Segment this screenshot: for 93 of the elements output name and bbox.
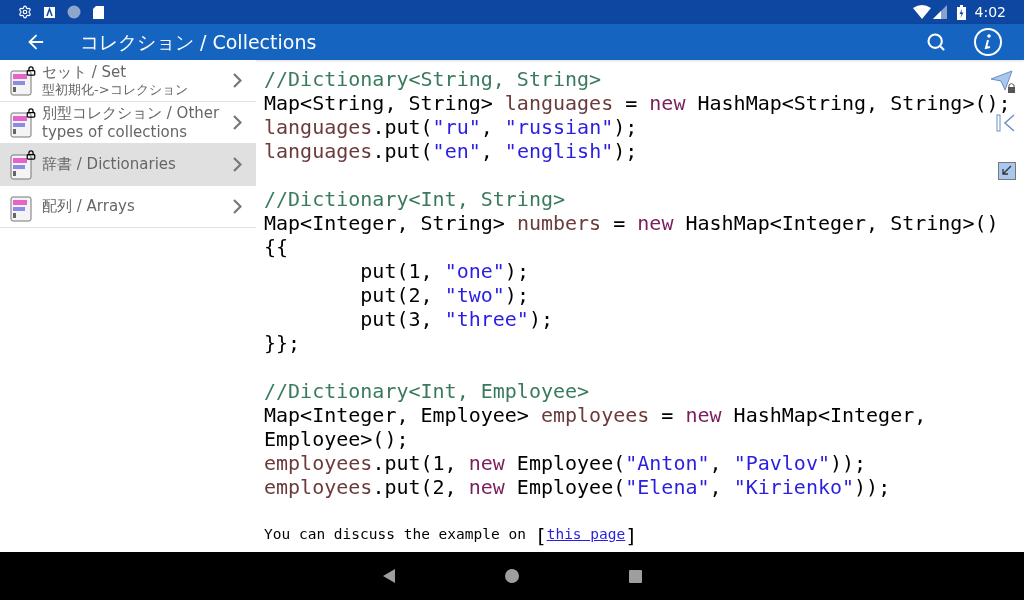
code-text: {{ — [264, 235, 289, 259]
item-title: 辞書 / Dictionaries — [42, 155, 176, 174]
discussion-link[interactable]: this page — [546, 524, 626, 546]
chevron-icon — [233, 115, 242, 130]
code-text: , — [480, 139, 494, 163]
battery-charging-icon — [956, 4, 966, 20]
code-text: ); — [613, 115, 638, 139]
code-text: .put( — [372, 139, 433, 163]
code-comment: //Dictionary<String, String> — [264, 67, 602, 91]
code-text: ); — [613, 139, 638, 163]
code-text: Employee>(); — [264, 427, 409, 451]
code-text: ); — [528, 307, 553, 331]
code-text: .put( — [372, 115, 433, 139]
code-keyword: new — [637, 211, 674, 235]
code-text: , — [709, 475, 723, 499]
settings-icon — [18, 5, 32, 19]
code-variable: languages — [504, 91, 614, 115]
code-string: "english" — [504, 139, 614, 163]
code-text: put(1, — [359, 259, 434, 283]
code-file-icon — [10, 195, 32, 222]
circle-icon — [67, 5, 81, 19]
info-icon — [984, 34, 992, 50]
text-app-icon — [44, 6, 55, 18]
code-text: ); — [504, 283, 529, 307]
item-subtitle: 型初期化->コレクション — [42, 81, 188, 98]
bracket: ] — [625, 525, 638, 546]
recents-nav-icon[interactable] — [628, 569, 642, 583]
code-text: , — [709, 451, 723, 475]
code-string: "three" — [444, 307, 529, 331]
bracket: [ — [534, 525, 547, 546]
code-text: )); — [829, 451, 867, 475]
code-keyword: new — [468, 475, 505, 499]
code-text: }}; — [264, 331, 301, 355]
code-variable: employees — [540, 403, 650, 427]
code-string: "Elena" — [625, 475, 710, 499]
code-file-icon — [10, 111, 32, 138]
sidebar-item[interactable]: 辞書 / Dictionaries — [0, 144, 256, 186]
code-string: "two" — [444, 283, 505, 307]
code-variable: numbers — [516, 211, 602, 235]
search-button[interactable] — [926, 32, 946, 52]
code-comment: //Dictionary<Int, String> — [264, 187, 566, 211]
code-text: , — [480, 115, 494, 139]
code-text: put(3, — [359, 307, 434, 331]
send-icon[interactable] — [990, 70, 1016, 94]
code-string: "russian" — [504, 115, 614, 139]
code-file-icon — [10, 69, 32, 96]
code-text: = — [660, 403, 675, 427]
back-nav-icon[interactable] — [382, 569, 395, 583]
chevron-icon — [233, 73, 242, 88]
code-keyword: new — [685, 403, 722, 427]
code-text: HashMap<Integer, String>() — [684, 211, 999, 235]
code-comment: //Dictionary<Int, Employee> — [264, 379, 590, 403]
code-text: HashMap<String, String>(); — [696, 91, 1011, 115]
item-title: セット / Set — [42, 63, 127, 82]
chevron-icon — [233, 157, 242, 172]
page-title: コレクション / Collections — [80, 29, 317, 55]
code-variable: languages — [264, 115, 373, 139]
chevron-icon — [233, 199, 242, 214]
code-text: Map<Integer, Employee> — [264, 403, 530, 427]
code-string: "Kirienko" — [733, 475, 855, 499]
signal-icon — [932, 5, 947, 19]
code-text: Employee( — [515, 475, 626, 499]
sd-card-icon — [93, 5, 104, 19]
code-text: Map<Integer, String> — [264, 211, 506, 235]
code-string: "Anton" — [625, 451, 710, 475]
code-text: = — [612, 211, 627, 235]
code-keyword: new — [649, 91, 686, 115]
clock-time: 4:02 — [974, 2, 1006, 22]
code-variable: employees — [264, 475, 373, 499]
code-keyword: new — [468, 451, 505, 475]
code-text: ); — [504, 259, 529, 283]
skip-to-start-icon[interactable] — [996, 114, 1016, 132]
code-text: .put(1, — [372, 451, 458, 475]
code-file-icon — [10, 153, 32, 180]
code-variable: employees — [264, 451, 373, 475]
code-string: "ru" — [432, 115, 481, 139]
code-text: Map<String, String> — [264, 91, 494, 115]
code-text: )); — [854, 475, 891, 499]
home-nav-icon[interactable] — [504, 569, 519, 583]
code-text: HashMap<Integer, — [732, 403, 927, 427]
collapse-icon[interactable] — [998, 162, 1016, 180]
footer-text: You can discuss the example on — [264, 525, 527, 544]
code-text: .put(2, — [372, 475, 458, 499]
code-text: put(2, — [359, 283, 434, 307]
code-string: "one" — [444, 259, 505, 283]
item-title: 別型コレクション / Other types of collections — [42, 103, 221, 142]
item-title: 配列 / Arrays — [42, 197, 135, 216]
code-text: = — [624, 91, 639, 115]
code-variable: languages — [264, 139, 373, 163]
info-button[interactable] — [974, 28, 1002, 56]
code-string: "en" — [432, 139, 481, 163]
code-text: Employee( — [515, 451, 626, 475]
code-string: "Pavlov" — [733, 451, 830, 475]
